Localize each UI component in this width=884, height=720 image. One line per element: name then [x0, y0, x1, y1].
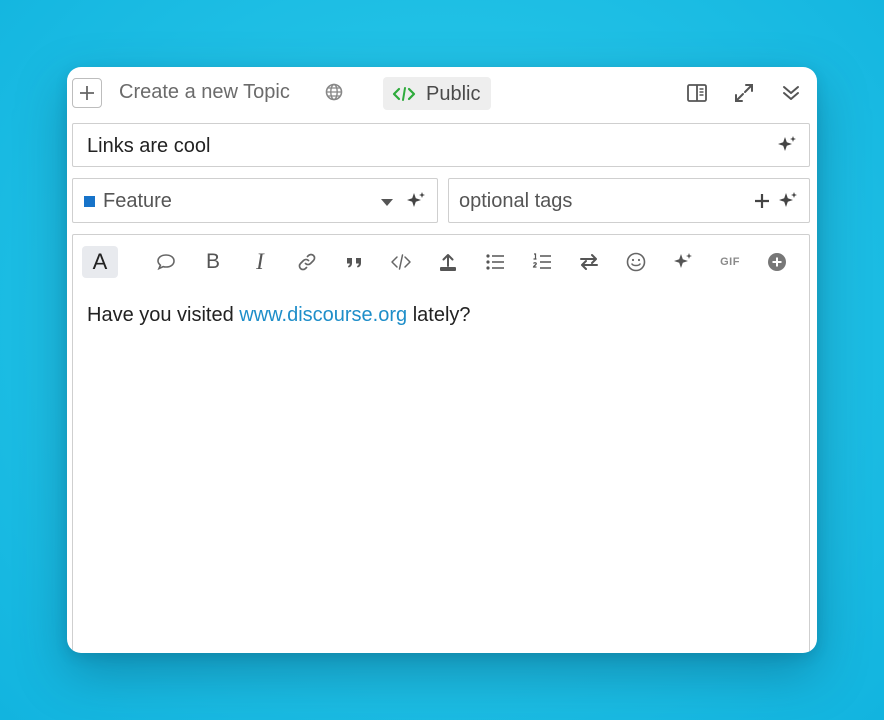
code-icon — [391, 254, 411, 270]
topic-title-value: Links are cool — [87, 135, 211, 157]
visibility-label: Public — [426, 83, 481, 105]
category-color-swatch — [84, 196, 95, 207]
toggle-preview-icon[interactable] — [685, 81, 709, 105]
ai-sparkle-button[interactable] — [665, 246, 701, 278]
fullscreen-icon[interactable] — [732, 81, 756, 105]
category-sparkle-icon[interactable] — [405, 190, 427, 212]
speech-bubble-button[interactable] — [148, 246, 184, 278]
bold-icon: B — [205, 250, 220, 273]
topic-title-input[interactable]: Links are cool — [72, 123, 810, 167]
collapse-icon[interactable] — [779, 81, 803, 105]
swap-arrows-icon — [580, 254, 598, 270]
numbered-list-icon — [532, 253, 551, 269]
tags-chooser[interactable]: optional tags — [448, 178, 810, 223]
plus-icon — [80, 86, 94, 100]
ai-sparkle-icon — [674, 253, 692, 268]
composer-header: Create a new Topic Public — [67, 67, 817, 119]
italic-icon: I — [256, 249, 264, 274]
bullet-list-icon — [486, 254, 504, 270]
quote-button[interactable] — [336, 246, 372, 278]
gif-icon: GIF — [720, 256, 740, 268]
category-chooser[interactable]: Feature — [72, 178, 438, 223]
visibility-button[interactable]: Public — [383, 77, 491, 110]
composer-editor[interactable]: A B I GIF Have you visited www.discourse… — [72, 234, 810, 653]
gif-button[interactable]: GIF — [712, 246, 748, 278]
link-icon — [298, 253, 316, 271]
tags-sparkle-icon[interactable] — [777, 190, 799, 212]
composer-window: Create a new Topic Public Links are cool — [67, 67, 817, 653]
emoji-icon — [626, 252, 646, 272]
editor-text-before: Have you visited — [87, 304, 240, 326]
link-button[interactable] — [289, 246, 325, 278]
upload-button[interactable] — [430, 246, 466, 278]
editor-link[interactable]: www.discourse.org — [239, 304, 407, 326]
composer-title: Create a new Topic — [119, 81, 290, 103]
italic-button[interactable]: I — [242, 246, 278, 278]
toggle-direction-button[interactable] — [571, 246, 607, 278]
speech-bubble-icon — [157, 254, 175, 271]
new-topic-button[interactable] — [72, 78, 102, 108]
plus-circle-icon — [768, 253, 786, 271]
upload-icon — [440, 254, 456, 271]
caret-down-icon — [381, 199, 393, 206]
text-style-button[interactable]: A — [82, 246, 118, 278]
emoji-button[interactable] — [618, 246, 654, 278]
code-button[interactable] — [383, 246, 419, 278]
add-tag-icon[interactable] — [753, 192, 771, 210]
numbered-list-button[interactable] — [524, 246, 560, 278]
text-style-icon: A — [92, 249, 108, 274]
more-options-button[interactable] — [759, 246, 795, 278]
bold-button[interactable]: B — [195, 246, 231, 278]
globe-icon[interactable] — [324, 82, 344, 102]
bullet-list-button[interactable] — [477, 246, 513, 278]
tags-placeholder: optional tags — [459, 190, 573, 212]
category-selected-label: Feature — [103, 190, 172, 212]
public-code-icon — [392, 87, 416, 101]
editor-text-after: lately? — [407, 304, 471, 326]
editor-content[interactable]: Have you visited www.discourse.org latel… — [87, 304, 471, 327]
sparkle-icon[interactable] — [776, 134, 798, 156]
quote-icon — [347, 258, 361, 268]
